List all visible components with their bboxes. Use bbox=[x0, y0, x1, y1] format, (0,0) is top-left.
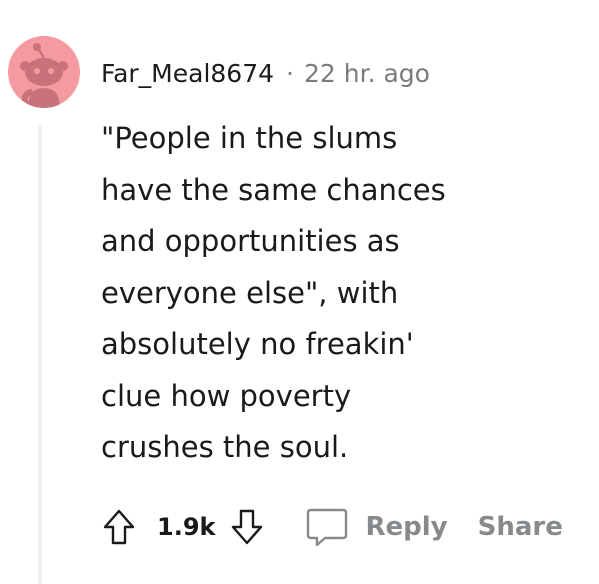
arrow-up-outline-icon bbox=[103, 509, 135, 545]
speech-bubble-icon bbox=[307, 508, 348, 547]
comment-actions: 1.9k Reply Share bbox=[101, 501, 563, 553]
downvote-button[interactable] bbox=[229, 507, 265, 547]
upvote-button[interactable] bbox=[101, 507, 137, 547]
arrow-down-outline-icon bbox=[232, 509, 263, 545]
username[interactable]: Far_Meal8674 bbox=[101, 59, 274, 88]
vote-score: 1.9k bbox=[157, 513, 216, 541]
timestamp[interactable]: 22 hr. ago bbox=[304, 59, 430, 88]
comment-meta: Far_Meal8674 · 22 hr. ago bbox=[101, 55, 430, 91]
reddit-snoo-avatar-icon bbox=[20, 43, 68, 108]
thread-line[interactable] bbox=[38, 125, 42, 584]
avatar[interactable] bbox=[8, 36, 80, 108]
comment-body: "People in the slums have the same chanc… bbox=[101, 121, 446, 464]
reply-label: Reply bbox=[365, 512, 448, 542]
meta-separator: · bbox=[286, 58, 294, 88]
share-button[interactable]: Share bbox=[478, 512, 563, 542]
reply-button[interactable]: Reply bbox=[305, 505, 448, 549]
